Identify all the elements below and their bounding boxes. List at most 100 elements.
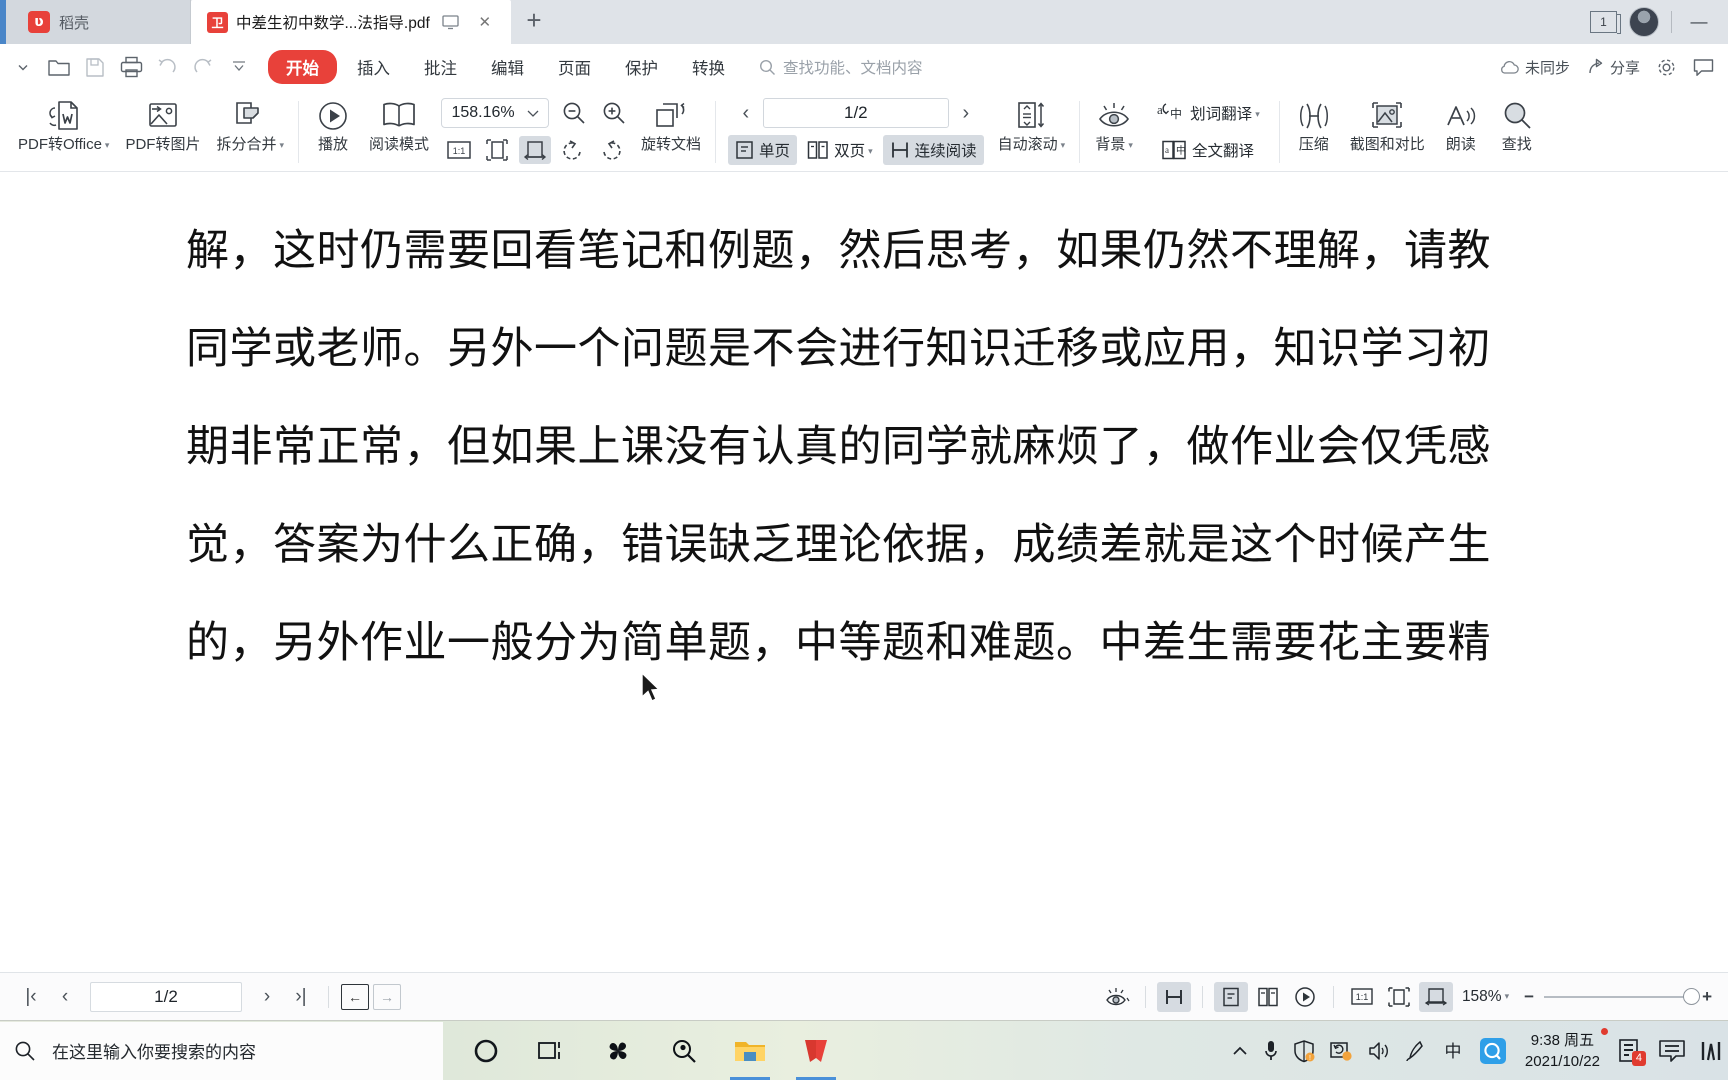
fit-page-button[interactable]: [481, 136, 513, 164]
status-actual-size-button[interactable]: 1:1: [1345, 982, 1379, 1012]
taskbar-everything-search-button[interactable]: [651, 1022, 717, 1080]
chevron-down-icon[interactable]: ▾: [1505, 991, 1510, 1001]
qat-dropdown-icon[interactable]: [6, 51, 40, 83]
pdf-to-image-button[interactable]: PDF转图片: [117, 93, 208, 171]
present-monitor-icon[interactable]: [438, 9, 464, 35]
rotate-document-button[interactable]: 旋转文档: [633, 93, 709, 171]
play-button[interactable]: 播放: [305, 93, 361, 171]
tray-volume-button[interactable]: [1367, 1040, 1391, 1062]
zoom-in-button[interactable]: [599, 98, 629, 128]
status-next-page-button[interactable]: ›: [252, 986, 282, 1008]
status-fit-page-button[interactable]: [1382, 982, 1416, 1012]
status-fit-width-button[interactable]: [1418, 981, 1453, 1012]
zoom-slider-plus[interactable]: +: [1702, 987, 1712, 1007]
taskbar-search-box[interactable]: 在这里输入你要搜索的内容: [0, 1021, 443, 1080]
zoom-slider-knob[interactable]: [1683, 987, 1701, 1005]
minimize-button[interactable]: —: [1684, 12, 1714, 32]
docer-tab[interactable]: ʋ 稻壳: [6, 0, 191, 44]
print-icon[interactable]: [114, 51, 148, 83]
status-double-page-button[interactable]: [1251, 982, 1285, 1012]
document-tab[interactable]: 卫 中差生初中数学...法指导.pdf ✕: [191, 0, 511, 44]
document-line: 期非常正常，但如果上课没有认真的同学就麻烦了，做作业会仅凭感: [186, 422, 1491, 472]
status-single-page-button[interactable]: [1213, 981, 1248, 1012]
read-aloud-button[interactable]: 朗读: [1433, 93, 1489, 171]
split-merge-button[interactable]: 拆分合并 ▾: [208, 93, 292, 171]
tray-qq-button[interactable]: [1479, 1037, 1507, 1065]
tray-clock[interactable]: 9:38 周五 2021/10/22: [1521, 1027, 1608, 1072]
menu-item-edit[interactable]: 编辑: [477, 50, 538, 84]
taskbar-wps-office-button[interactable]: [783, 1022, 849, 1080]
undo-icon[interactable]: [150, 51, 184, 83]
first-page-button[interactable]: |‹: [16, 986, 46, 1008]
tray-pen-button[interactable]: [1405, 1039, 1427, 1063]
zoom-slider-minus[interactable]: −: [1524, 987, 1534, 1007]
menu-item-start[interactable]: 开始: [268, 50, 337, 84]
new-tab-button[interactable]: +: [511, 0, 557, 44]
status-page-field[interactable]: 1/2: [90, 981, 242, 1012]
taskbar-cortana-button[interactable]: [453, 1022, 519, 1080]
full-translate-button[interactable]: a中 全文翻译: [1154, 135, 1261, 165]
taskbar-pinwheel-app-button[interactable]: [585, 1022, 651, 1080]
menu-item-annotate[interactable]: 批注: [410, 50, 471, 84]
zoom-slider-group[interactable]: − +: [1524, 987, 1712, 1007]
user-avatar[interactable]: [1629, 7, 1659, 37]
tray-expand-button[interactable]: [1231, 1044, 1249, 1058]
continuous-read-button[interactable]: 连续阅读: [882, 135, 984, 165]
fit-width-button[interactable]: [519, 136, 552, 164]
history-forward-button[interactable]: →: [373, 983, 401, 1010]
read-mode-button[interactable]: 阅读模式: [361, 93, 437, 171]
double-page-icon: [807, 141, 828, 159]
double-page-mode-button[interactable]: 双页 ▾: [800, 135, 880, 165]
screenshot-compare-button[interactable]: 截图和对比: [1342, 93, 1433, 171]
save-file-icon[interactable]: [78, 51, 112, 83]
background-button[interactable]: 背景 ▾: [1086, 93, 1142, 171]
feedback-button[interactable]: [1693, 58, 1714, 77]
close-tab-icon[interactable]: ✕: [472, 9, 498, 35]
taskbar-task-view-button[interactable]: [519, 1022, 585, 1080]
find-button[interactable]: 查找: [1489, 93, 1545, 171]
share-button[interactable]: 分享: [1586, 57, 1640, 78]
status-continuous-button[interactable]: [1156, 981, 1191, 1012]
compress-button[interactable]: 压缩: [1286, 93, 1342, 171]
word-translate-button[interactable]: a中 划词翻译 ▾: [1148, 96, 1267, 130]
status-play-button[interactable]: [1288, 982, 1322, 1012]
zoom-slider-track[interactable]: [1544, 987, 1701, 1005]
menu-item-page[interactable]: 页面: [544, 50, 605, 84]
menu-item-convert[interactable]: 转换: [678, 50, 739, 84]
qq-icon: [1479, 1037, 1506, 1064]
rotate-right-button[interactable]: [595, 136, 627, 164]
sync-status-button[interactable]: 未同步: [1499, 57, 1570, 78]
history-back-button[interactable]: ←: [341, 983, 369, 1010]
tray-microphone-button[interactable]: [1263, 1039, 1279, 1063]
taskbar-file-explorer-button[interactable]: [717, 1022, 783, 1080]
menu-item-insert[interactable]: 插入: [343, 50, 404, 84]
redo-icon[interactable]: [186, 51, 220, 83]
actual-size-button[interactable]: 1:1: [443, 136, 475, 164]
tray-ime-button[interactable]: 中: [1441, 1039, 1465, 1063]
pdf-to-office-button[interactable]: PDF转Office ▾: [10, 93, 117, 171]
single-page-mode-button[interactable]: 单页: [728, 135, 798, 165]
page-nav-row: ‹ 1/2 ›: [733, 93, 979, 133]
last-page-button[interactable]: ›|: [286, 986, 316, 1008]
tray-security-button[interactable]: !: [1293, 1039, 1315, 1063]
open-file-icon[interactable]: [42, 51, 76, 83]
qat-customize-icon[interactable]: [222, 51, 256, 83]
tray-notification-button[interactable]: [1658, 1038, 1686, 1064]
tray-meter-button[interactable]: [1700, 1038, 1722, 1064]
tray-update-button[interactable]: [1329, 1039, 1353, 1063]
settings-button[interactable]: [1656, 57, 1677, 78]
status-prev-page-button[interactable]: ‹: [50, 986, 80, 1008]
global-search-input[interactable]: 查找功能、文档内容: [759, 56, 923, 78]
rotate-left-button[interactable]: [557, 136, 589, 164]
eye-protect-button[interactable]: [1100, 982, 1134, 1012]
tray-notes-button[interactable]: 4: [1618, 1038, 1646, 1066]
document-viewport[interactable]: 解，这时仍需要回看笔记和例题，然后思考，如果仍然不理解，请教 同学或老师。另外一…: [0, 172, 1728, 972]
zoom-level-field[interactable]: 158.16%: [441, 98, 550, 128]
next-page-button[interactable]: ›: [953, 102, 979, 125]
zoom-out-button[interactable]: [559, 98, 589, 128]
page-number-field[interactable]: 1/2: [762, 98, 949, 128]
prev-page-button[interactable]: ‹: [733, 102, 759, 125]
auto-scroll-button[interactable]: 自动滚动 ▾: [990, 93, 1074, 171]
menu-item-protect[interactable]: 保护: [611, 50, 672, 84]
window-count-icon[interactable]: 1: [1590, 11, 1621, 34]
